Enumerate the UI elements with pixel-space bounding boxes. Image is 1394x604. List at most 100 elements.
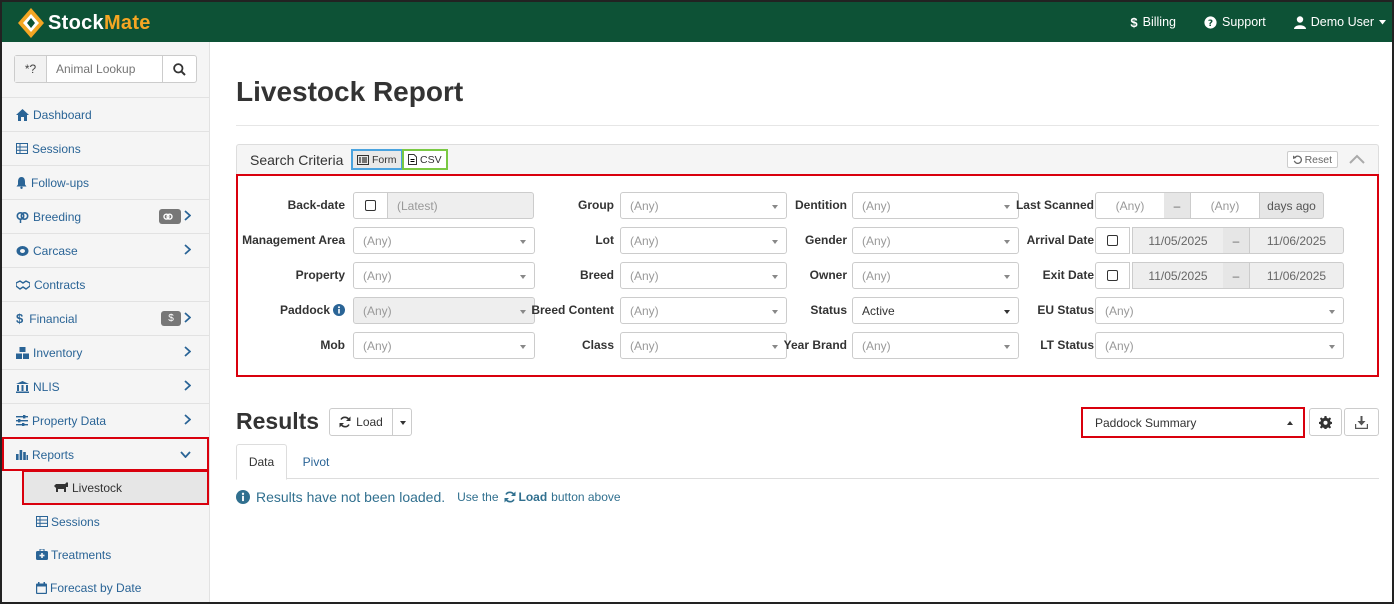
backdate-input: (Latest) — [387, 192, 534, 219]
panel-title: Search Criteria — [250, 152, 344, 168]
chevron-right-icon — [184, 312, 191, 323]
exit-date-to: 11/06/2025 — [1249, 262, 1344, 289]
sidebar-subitem-forecast[interactable]: Forecast by Date — [2, 571, 209, 602]
last-scanned-from[interactable]: (Any) — [1095, 192, 1165, 219]
sidebar-item-label: Follow-ups — [31, 175, 90, 190]
bank-icon — [16, 380, 29, 393]
user-menu[interactable]: Demo User — [1293, 15, 1386, 29]
animal-lookup-input[interactable] — [47, 56, 162, 82]
user-icon — [1293, 15, 1306, 29]
breed-select[interactable]: (Any) — [620, 262, 787, 289]
sidebar-item-property-data[interactable]: Property Data — [2, 403, 209, 437]
lot-select[interactable]: (Any) — [620, 227, 787, 254]
animal-lookup: *? — [14, 55, 197, 83]
chevron-up-icon — [1349, 154, 1365, 164]
group-select[interactable]: (Any) — [620, 192, 787, 219]
sidebar-subitem-livestock[interactable]: Livestock — [22, 470, 209, 505]
hint-prefix: Use the — [457, 490, 499, 504]
dentition-select[interactable]: (Any) — [852, 192, 1019, 219]
sidebar-item-reports[interactable]: Reports — [2, 437, 209, 471]
load-options-dropdown[interactable] — [392, 408, 412, 436]
download-button[interactable] — [1344, 408, 1379, 436]
reset-label: Reset — [1304, 153, 1332, 166]
reset-button[interactable]: Reset — [1286, 151, 1338, 168]
search-button[interactable] — [162, 56, 196, 82]
form-label: Form — [372, 153, 397, 166]
billing-label: Billing — [1142, 15, 1176, 29]
status-select[interactable]: Active — [852, 297, 1019, 324]
caret-down-icon — [1379, 19, 1386, 24]
tab-pivot[interactable]: Pivot — [294, 444, 338, 479]
sidebar-item-inventory[interactable]: Inventory — [2, 335, 209, 369]
sidebar-subitem-treatments[interactable]: Treatments — [2, 538, 209, 571]
exit-date-label: Exit Date — [1042, 268, 1094, 282]
sidebar-item-label: Reports — [32, 447, 75, 462]
eu-status-select[interactable]: (Any) — [1095, 297, 1344, 324]
eu-status-label: EU Status — [1037, 303, 1094, 317]
last-scanned-to[interactable]: (Any) — [1190, 192, 1260, 219]
sidebar-item-financial[interactable]: $ Financial $ — [2, 301, 209, 335]
mob-select[interactable]: (Any) — [353, 332, 535, 359]
select-value: (Any) — [862, 338, 891, 353]
property-select[interactable]: (Any) — [353, 262, 535, 289]
sidebar-item-dashboard[interactable]: Dashboard — [2, 97, 209, 131]
sidebar-subitem-sessions[interactable]: Sessions — [2, 505, 209, 538]
backdate-checkbox[interactable] — [353, 192, 388, 219]
arrival-date-from: 11/05/2025 — [1132, 227, 1224, 254]
select-value: (Any) — [630, 233, 659, 248]
lt-status-select[interactable]: (Any) — [1095, 332, 1344, 359]
management-area-select[interactable]: (Any) — [353, 227, 535, 254]
select-value: (Any) — [630, 198, 659, 213]
sidebar-item-label: Breeding — [33, 209, 82, 224]
sidebar-item-sessions[interactable]: Sessions — [2, 131, 209, 165]
collapse-button[interactable] — [1349, 153, 1365, 167]
billing-link[interactable]: $ Billing — [1130, 15, 1176, 30]
owner-label: Owner — [809, 268, 847, 282]
hint-load-text: Load — [518, 490, 548, 504]
sliders-icon — [16, 415, 28, 426]
top-navbar: StockMate $ Billing ? Support Demo User — [2, 2, 1392, 42]
owner-select[interactable]: (Any) — [852, 262, 1019, 289]
chevron-right-icon — [184, 244, 191, 255]
breed-content-select[interactable]: (Any) — [620, 297, 787, 324]
status-label: Status — [810, 303, 847, 317]
sidebar-subitem-label: Livestock — [72, 480, 123, 495]
sidebar-nav: Dashboard Sessions Follow-ups Breeding C… — [2, 97, 209, 602]
exit-date-checkbox[interactable] — [1095, 262, 1130, 289]
select-value: (Any) — [363, 303, 392, 318]
sidebar-item-follow-ups[interactable]: Follow-ups — [2, 165, 209, 199]
year-brand-select[interactable]: (Any) — [852, 332, 1019, 359]
gender-select[interactable]: (Any) — [852, 227, 1019, 254]
settings-button[interactable] — [1309, 408, 1342, 436]
wildcard-addon[interactable]: *? — [15, 56, 47, 82]
table-icon — [16, 143, 28, 154]
csv-view-button[interactable]: CSV — [402, 149, 448, 170]
file-icon — [408, 154, 417, 165]
load-button[interactable]: Load — [329, 408, 393, 436]
breed-content-label: Breed Content — [531, 303, 614, 317]
list-alt-icon — [357, 154, 369, 165]
undo-icon — [1292, 155, 1302, 164]
support-link[interactable]: ? Support — [1204, 15, 1266, 29]
divider — [236, 125, 1379, 126]
lt-status-label: LT Status — [1040, 338, 1094, 352]
sidebar-item-carcase[interactable]: Carcase — [2, 233, 209, 267]
tab-data[interactable]: Data — [236, 444, 287, 480]
class-select[interactable]: (Any) — [620, 332, 787, 359]
sidebar-item-nlis[interactable]: NLIS — [2, 369, 209, 403]
sidebar-item-contracts[interactable]: Contracts — [2, 267, 209, 301]
brand-logo[interactable]: StockMate — [16, 4, 151, 38]
sidebar-item-breeding[interactable]: Breeding — [2, 199, 209, 233]
info-icon[interactable] — [333, 304, 345, 316]
sidebar-item-label: Financial — [29, 311, 78, 326]
gender-label: Gender — [804, 233, 847, 247]
report-type-select[interactable]: Paddock Summary — [1081, 407, 1305, 438]
property-label: Property — [295, 268, 345, 282]
arrival-date-checkbox[interactable] — [1095, 227, 1130, 254]
form-view-button[interactable]: Form — [351, 149, 403, 170]
gender-icon — [16, 211, 29, 223]
svg-text:?: ? — [1208, 18, 1213, 28]
refresh-icon — [504, 491, 515, 503]
meat-icon — [16, 245, 29, 256]
sidebar-item-label: NLIS — [33, 379, 60, 394]
